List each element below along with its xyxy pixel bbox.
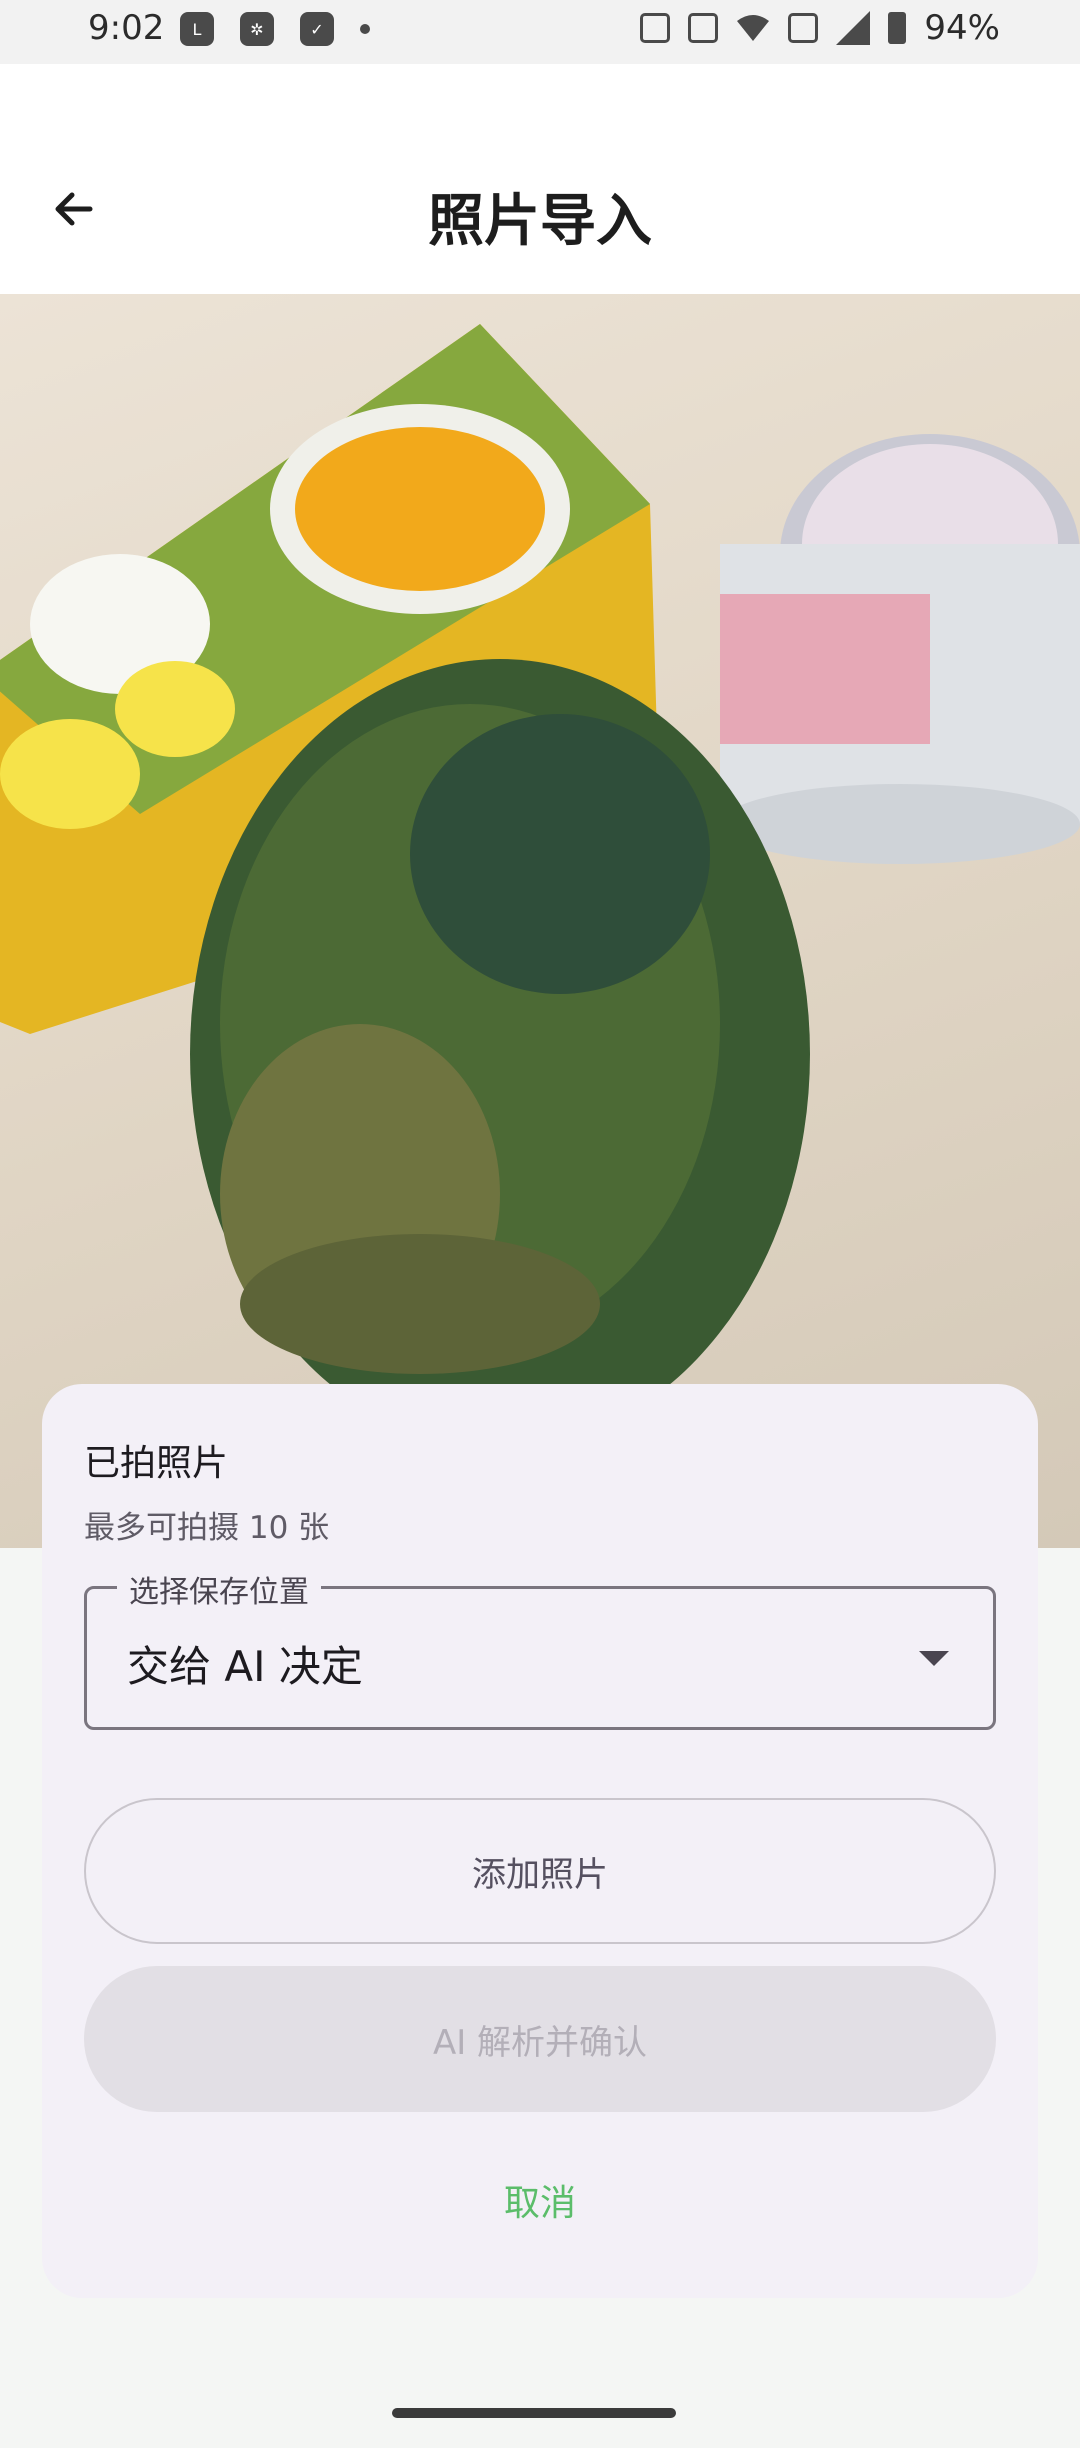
line-app-icon: L	[180, 12, 214, 46]
notification-icons: L ✲ ✓	[180, 12, 370, 46]
home-indicator[interactable]	[392, 2408, 676, 2418]
auto-hz-icon	[640, 13, 671, 43]
volte-icon	[788, 13, 819, 43]
sheet-subtitle: 最多可拍摄 10 张	[84, 1510, 330, 1546]
battery-percent: 94%	[924, 8, 1000, 48]
save-location-label: 选择保存位置	[117, 1567, 321, 1611]
signal-icon	[836, 11, 871, 45]
captured-photo-image	[0, 324, 1080, 1449]
photo-preview	[0, 294, 1080, 1548]
app-bar: 照片导入	[0, 64, 1080, 294]
dot-icon	[360, 24, 370, 34]
system-icons: 94%	[640, 8, 1000, 48]
status-bar: 9:02 L ✲ ✓ 94%	[0, 0, 1080, 64]
pinwheel-app-icon: ✲	[240, 12, 274, 46]
vibrate-icon	[688, 13, 719, 43]
ai-analyze-confirm-button[interactable]: AI 解析并确认	[84, 1966, 996, 2112]
save-location-value: 交给 AI 决定	[127, 1642, 363, 1691]
page-title: 照片导入	[428, 189, 652, 254]
photo-import-sheet: 已拍照片 最多可拍摄 10 张 选择保存位置 交给 AI 决定 添加照片 AI …	[42, 1384, 1038, 2298]
sheet-title: 已拍照片	[84, 1443, 229, 1484]
wifi-icon	[737, 15, 770, 41]
check-app-icon: ✓	[300, 12, 334, 46]
dropdown-arrow-icon	[919, 1651, 949, 1666]
add-photo-button[interactable]: 添加照片	[84, 1798, 996, 1944]
cancel-button[interactable]: 取消	[42, 2174, 1038, 2226]
status-time: 9:02	[88, 8, 165, 48]
battery-icon	[888, 12, 907, 44]
save-location-dropdown[interactable]: 选择保存位置 交给 AI 决定	[84, 1567, 996, 1730]
